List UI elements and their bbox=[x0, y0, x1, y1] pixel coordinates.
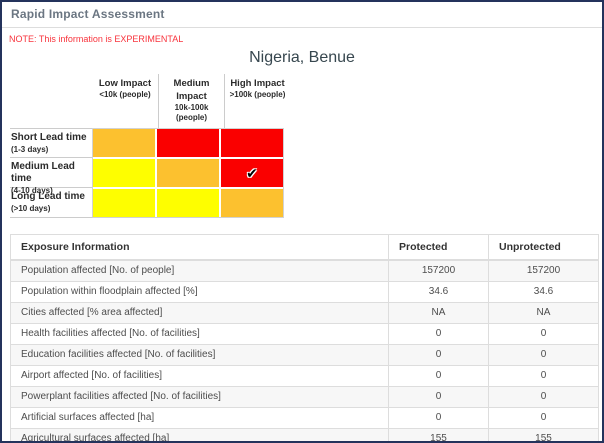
page-title: Rapid Impact Assessment bbox=[11, 7, 165, 21]
matrix-cell-orange[interactable] bbox=[157, 159, 219, 187]
protected-value-cell: 0 bbox=[388, 322, 489, 345]
unprotected-value-cell: 0 bbox=[488, 385, 599, 408]
protected-value-cell: NA bbox=[388, 301, 489, 324]
matrix-col-sublabel: <10k (people) bbox=[99, 90, 151, 99]
matrix-col-sublabel: >100k (people) bbox=[229, 90, 286, 99]
unprotected-value-cell: 0 bbox=[488, 322, 599, 345]
matrix-row-label: Short Lead time (1-3 days) bbox=[10, 128, 92, 158]
protected-value-cell: 0 bbox=[388, 406, 489, 429]
matrix-col-label: High Impact bbox=[230, 78, 285, 89]
exposure-table: Exposure Information Protected Unprotect… bbox=[10, 234, 599, 441]
matrix-row-subtitle: (1-3 days) bbox=[11, 145, 49, 154]
table-row: Powerplant facilities affected [No. of f… bbox=[10, 385, 599, 408]
matrix-body: Short Lead time (1-3 days) Medium Lead tim… bbox=[10, 128, 290, 218]
matrix-header-row: Low Impact <10k (people) Medium Impact 10k-… bbox=[10, 74, 290, 128]
matrix-row-subtitle: (>10 days) bbox=[11, 204, 51, 213]
matrix-row-labels: Short Lead time (1-3 days) Medium Lead tim… bbox=[10, 128, 92, 218]
exposure-label-cell: Health facilities affected [No. of facil… bbox=[10, 322, 389, 345]
unprotected-value-cell: 0 bbox=[488, 406, 599, 429]
exposure-label-cell: Airport affected [No. of facilities] bbox=[10, 364, 389, 387]
unprotected-value-cell: NA bbox=[488, 301, 599, 324]
exposure-label-cell: Artificial surfaces affected [ha] bbox=[10, 406, 389, 429]
table-row: Cities affected [% area affected] NA NA bbox=[10, 301, 599, 324]
unprotected-value-cell: 157200 bbox=[488, 259, 599, 282]
exposure-label-cell: Cities affected [% area affected] bbox=[10, 301, 389, 324]
matrix-col-sublabel: 10k-100k (people) bbox=[174, 103, 209, 122]
matrix-cell-yellow[interactable] bbox=[157, 189, 219, 217]
protected-value-cell: 0 bbox=[388, 364, 489, 387]
protected-value-cell: 0 bbox=[388, 385, 489, 408]
rapid-impact-assessment-page: Rapid Impact Assessment NOTE: This infor… bbox=[0, 0, 604, 443]
matrix-cell-orange[interactable] bbox=[221, 189, 283, 217]
matrix-row-title: Short Lead time bbox=[11, 132, 87, 143]
matrix-row-label: Medium Lead time (4-10 days) bbox=[10, 158, 92, 195]
table-row: Artificial surfaces affected [ha] 0 0 bbox=[10, 406, 599, 429]
protected-value-cell: 157200 bbox=[388, 259, 489, 282]
column-header-unprotected: Unprotected bbox=[488, 234, 599, 261]
exposure-label-cell: Population within floodplain affected [%… bbox=[10, 280, 389, 303]
matrix-col-header: High Impact >100k (people) bbox=[224, 74, 290, 128]
matrix-color-grid: ✔ bbox=[92, 128, 284, 218]
matrix-row-title: Medium Lead time bbox=[11, 161, 75, 184]
experimental-note: NOTE: This information is EXPERIMENTAL bbox=[9, 34, 184, 44]
protected-value-cell: 34.6 bbox=[388, 280, 489, 303]
exposure-label-cell: Agricultural surfaces affected [ha] bbox=[10, 427, 389, 441]
exposure-label-cell: Powerplant facilities affected [No. of f… bbox=[10, 385, 389, 408]
region-heading: Nigeria, Benue bbox=[249, 49, 355, 66]
table-row: Agricultural surfaces affected [ha] 155 15… bbox=[10, 427, 599, 441]
matrix-cell-yellow[interactable] bbox=[93, 189, 155, 217]
unprotected-value-cell: 155 bbox=[488, 427, 599, 441]
table-row: Health facilities affected [No. of facil… bbox=[10, 322, 599, 345]
matrix-col-header: Medium Impact 10k-100k (people) bbox=[158, 74, 224, 128]
exposure-label-cell: Education facilities affected [No. of fa… bbox=[10, 343, 389, 366]
unprotected-value-cell: 0 bbox=[488, 343, 599, 366]
column-header-exposure-information: Exposure Information bbox=[10, 234, 389, 261]
unprotected-value-cell: 34.6 bbox=[488, 280, 599, 303]
matrix-row-title: Long Lead time bbox=[11, 191, 85, 202]
exposure-label-cell: Population affected [No. of people] bbox=[10, 259, 389, 282]
checkmark-icon: ✔ bbox=[246, 165, 258, 181]
table-row: Education facilities affected [No. of fa… bbox=[10, 343, 599, 366]
matrix-cell-yellow[interactable] bbox=[93, 159, 155, 187]
exposure-table-body: Population affected [No. of people] 15720… bbox=[10, 259, 599, 441]
matrix-cell-red[interactable]: ✔ bbox=[221, 159, 283, 187]
column-header-protected: Protected bbox=[388, 234, 489, 261]
matrix-col-label: Low Impact bbox=[98, 78, 152, 89]
table-row: Population affected [No. of people] 15720… bbox=[10, 259, 599, 282]
header-bar: Rapid Impact Assessment bbox=[2, 2, 602, 28]
matrix-corner bbox=[10, 74, 92, 128]
unprotected-value-cell: 0 bbox=[488, 364, 599, 387]
matrix-row-label: Long Lead time (>10 days) bbox=[10, 188, 92, 218]
matrix-cell-red[interactable] bbox=[157, 129, 219, 157]
matrix-cell-orange[interactable] bbox=[93, 129, 155, 157]
protected-value-cell: 155 bbox=[388, 427, 489, 441]
impact-matrix: Low Impact <10k (people) Medium Impact 10k-… bbox=[10, 74, 290, 218]
matrix-col-header: Low Impact <10k (people) bbox=[92, 74, 158, 128]
table-row: Airport affected [No. of facilities] 0 0 bbox=[10, 364, 599, 387]
table-row: Population within floodplain affected [%… bbox=[10, 280, 599, 303]
matrix-cell-red[interactable] bbox=[221, 129, 283, 157]
exposure-table-header-row: Exposure Information Protected Unprotect… bbox=[10, 234, 599, 261]
protected-value-cell: 0 bbox=[388, 343, 489, 366]
matrix-col-label: Medium Impact bbox=[173, 78, 210, 102]
